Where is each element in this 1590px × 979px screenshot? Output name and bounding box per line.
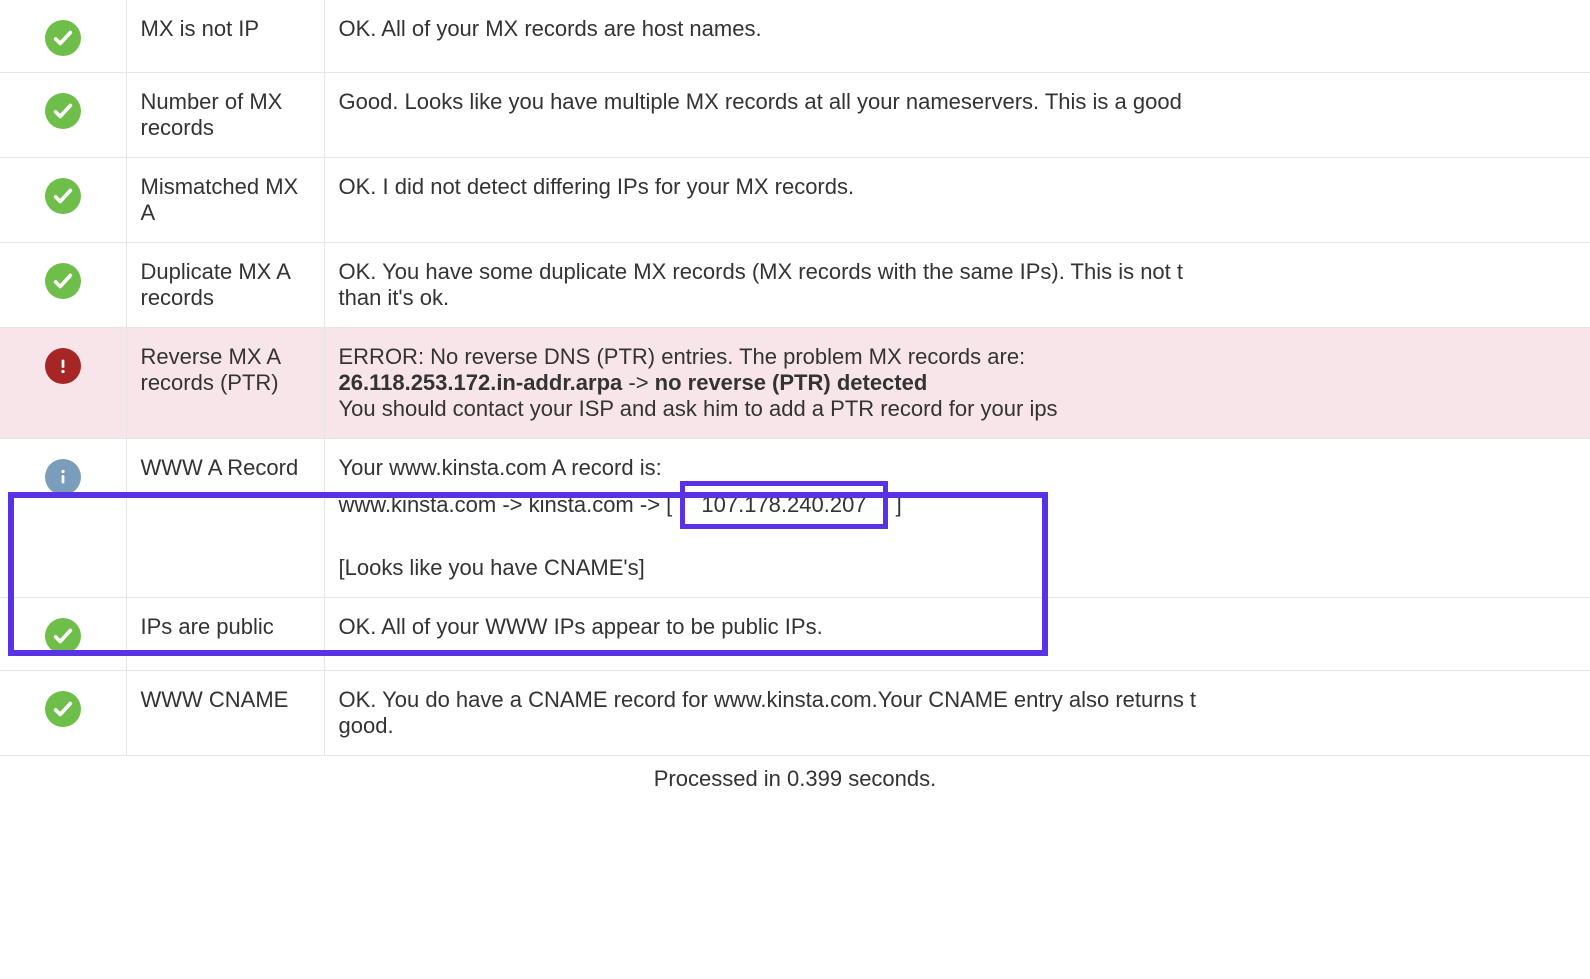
check-icon: [45, 93, 81, 129]
check-icon: [45, 618, 81, 654]
info-icon: [45, 459, 81, 495]
check-label: Duplicate MX A records: [126, 243, 324, 328]
check-label: Number of MX records: [126, 73, 324, 158]
ip-highlight-box: 107.178.240.207: [680, 481, 887, 529]
processed-footer: Processed in 0.399 seconds.: [0, 756, 1590, 792]
table-row: IPs are publicOK. All of your WWW IPs ap…: [0, 598, 1590, 671]
check-icon: [45, 178, 81, 214]
check-label: WWW A Record: [126, 439, 324, 598]
check-icon: [45, 691, 81, 727]
check-label: Reverse MX A records (PTR): [126, 328, 324, 439]
check-description: OK. You do have a CNAME record for www.k…: [324, 671, 1590, 756]
table-row: Reverse MX A records (PTR)ERROR: No reve…: [0, 328, 1590, 439]
check-description: OK. You have some duplicate MX records (…: [324, 243, 1590, 328]
check-description: ERROR: No reverse DNS (PTR) entries. The…: [324, 328, 1590, 439]
check-label: IPs are public: [126, 598, 324, 671]
check-description: Your www.kinsta.com A record is:www.kins…: [324, 439, 1590, 598]
table-row: Number of MX recordsGood. Looks like you…: [0, 73, 1590, 158]
check-description: Good. Looks like you have multiple MX re…: [324, 73, 1590, 158]
check-icon: [45, 263, 81, 299]
error-icon: [45, 348, 81, 384]
check-description: OK. I did not detect differing IPs for y…: [324, 158, 1590, 243]
check-description: OK. All of your MX records are host name…: [324, 0, 1590, 73]
check-label: WWW CNAME: [126, 671, 324, 756]
check-description: OK. All of your WWW IPs appear to be pub…: [324, 598, 1590, 671]
check-icon: [45, 20, 81, 56]
table-row: Duplicate MX A recordsOK. You have some …: [0, 243, 1590, 328]
table-row: MX is not IPOK. All of your MX records a…: [0, 0, 1590, 73]
table-row: WWW CNAMEOK. You do have a CNAME record …: [0, 671, 1590, 756]
check-label: Mismatched MX A: [126, 158, 324, 243]
dns-report-table: MX is not IPOK. All of your MX records a…: [0, 0, 1590, 756]
check-label: MX is not IP: [126, 0, 324, 73]
table-row: WWW A RecordYour www.kinsta.com A record…: [0, 439, 1590, 598]
table-row: Mismatched MX AOK. I did not detect diff…: [0, 158, 1590, 243]
